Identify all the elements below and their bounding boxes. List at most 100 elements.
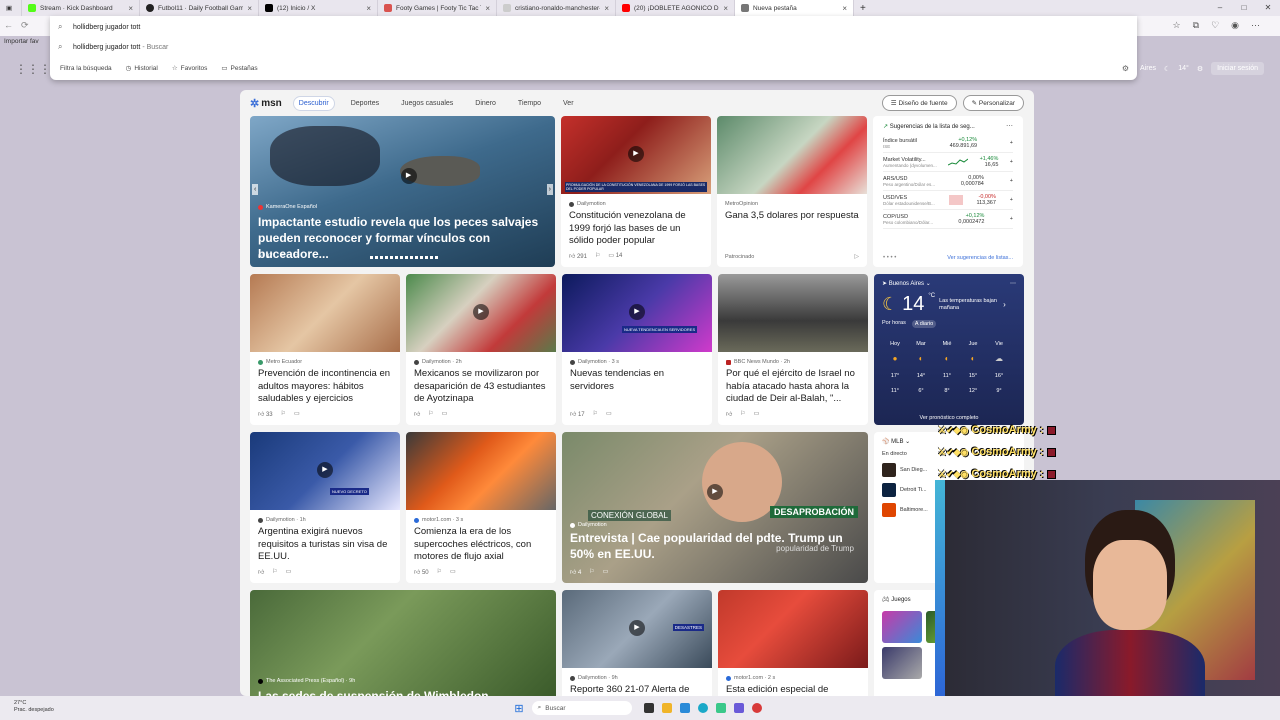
close-icon[interactable]: × (604, 4, 609, 13)
ad-choices-icon[interactable]: ▷ (854, 253, 859, 260)
tab[interactable]: (20) ¡DOBLETE AGÓNICO DE BEL... × (616, 0, 735, 16)
filter-tabs[interactable]: ▭ Pestañas (221, 64, 257, 73)
comment-icon[interactable]: ▭ (450, 568, 456, 576)
close-icon[interactable]: × (366, 4, 371, 13)
chrome-icon[interactable] (751, 703, 762, 713)
stock-row[interactable]: Índice bursátil ISE +0,12% 469.891,69 + (883, 134, 1013, 153)
news-card[interactable]: BBC News Mundo · 2h Por qué el ejército … (718, 274, 868, 425)
dislike-icon[interactable]: ⚐ (593, 410, 598, 418)
add-icon[interactable]: + (1010, 140, 1013, 146)
chevron-right-icon[interactable]: › (1003, 300, 1006, 309)
dislike-icon[interactable]: ⚐ (595, 252, 600, 260)
windows-start-icon[interactable]: ⊞ (514, 702, 523, 715)
nav-more[interactable]: Ver (558, 97, 579, 110)
like-icon[interactable]: 👍︎ 17 (570, 410, 585, 418)
close-icon[interactable]: × (723, 4, 728, 13)
file-explorer-icon[interactable] (661, 703, 672, 713)
msn-logo[interactable]: ✲ msn (250, 97, 282, 110)
card-headline[interactable]: Gana 3,5 dolares por respuesta (725, 210, 861, 223)
stock-row[interactable]: ARS/USD Peso argentino/Dólar es... 0,00% 0,… (883, 172, 1013, 191)
tab-actions[interactable]: ▣ (0, 0, 22, 16)
comment-icon[interactable]: ▭ (294, 252, 300, 260)
add-icon[interactable]: + (1010, 216, 1013, 222)
taskbar-weather[interactable]: 27°C Prac. despejado (14, 700, 54, 714)
news-card[interactable]: DESASTRES ▶ Dailymotion · 9h Reporte 360… (562, 590, 712, 696)
card-headline[interactable]: Entrevista | Cae popularidad del pdte. T… (570, 530, 860, 562)
apps-grid-icon[interactable]: ⋮⋮⋮ (15, 62, 51, 76)
dislike-icon[interactable]: ⚐ (281, 410, 286, 418)
star-icon[interactable]: ☆ (1173, 20, 1181, 31)
card-headline[interactable]: Comienza la era de los supercoches eléct… (414, 526, 550, 564)
weather-more-link[interactable]: Ver pronóstico completo (874, 415, 1024, 421)
suggestion-item[interactable]: ⌕ hollidberg jugador tott - Buscar (58, 42, 168, 52)
carousel-prev-icon[interactable]: ‹ (252, 184, 259, 195)
like-icon[interactable]: 👍︎ 50 (414, 568, 429, 576)
stock-row[interactable]: COP/USD Peso colombiano/Dólar... +0,12% 0,0… (883, 210, 1013, 229)
news-card[interactable]: ▶ Dailymotion · 2h Mexicanos se moviliza… (406, 274, 556, 425)
game-thumbnail[interactable] (882, 647, 922, 679)
add-icon[interactable]: + (1010, 159, 1013, 165)
app-icon[interactable] (733, 703, 744, 713)
card-headline[interactable]: Argentina exigirá nuevos requisitos a tu… (258, 526, 394, 564)
dislike-icon[interactable]: ⚐ (272, 568, 277, 576)
tab[interactable]: Footy Games | Footy Tic Tac Toe × (378, 0, 497, 16)
comment-icon[interactable]: ▭ (754, 410, 760, 418)
play-icon[interactable]: ▶ (400, 168, 417, 185)
weather-tab-hourly[interactable]: Por horas (882, 320, 906, 328)
news-card[interactable]: NUEVO DECRETO ▶ Dailymotion · 1h Argenti… (250, 432, 400, 583)
news-card[interactable]: PROMULGACIÓN DE LA CONSTITUCIÓN VENEZOLA… (561, 116, 711, 267)
add-icon[interactable]: + (1010, 197, 1013, 203)
more-options-icon[interactable]: ⋯ (1006, 122, 1013, 130)
ad-card[interactable]: MetroOpinion Gana 3,5 dolares por respue… (717, 116, 867, 267)
play-icon[interactable]: ▶ (629, 304, 645, 320)
dislike-icon[interactable]: ⚐ (589, 568, 594, 576)
card-headline[interactable]: Nuevas tendencias en servidores (570, 368, 706, 393)
like-icon[interactable]: 👍︎ (726, 410, 732, 418)
close-icon[interactable]: × (128, 4, 133, 13)
close-icon[interactable]: × (485, 4, 490, 13)
weather-location[interactable]: ➤ Buenos Aires ⌄ (882, 280, 931, 287)
nav-weather[interactable]: Tiempo (513, 97, 546, 110)
like-icon[interactable]: 👍︎ 37 (258, 252, 273, 260)
comment-icon[interactable]: ▭ (294, 410, 300, 418)
close-icon[interactable]: × (247, 4, 252, 13)
settings-gear-icon[interactable]: ⚙ (1122, 64, 1129, 73)
task-view-icon[interactable] (643, 703, 654, 713)
nav-money[interactable]: Dinero (470, 97, 501, 110)
favorites-icon[interactable]: ♡ (1211, 20, 1219, 31)
card-headline[interactable]: Constitución venezolana de 1999 forjó la… (569, 210, 705, 248)
card-headline[interactable]: Prevención de incontinencia en adultos m… (258, 368, 394, 406)
dislike-icon[interactable]: ⚐ (428, 410, 433, 418)
dislike-icon[interactable]: ⚐ (740, 410, 745, 418)
app-icon[interactable] (679, 703, 690, 713)
card-headline[interactable]: Esta edición especial de (726, 684, 862, 696)
card-headline[interactable]: Reporte 360 21-07 Alerta de (570, 684, 706, 696)
like-icon[interactable]: 👍︎ 33 (258, 410, 273, 418)
play-icon[interactable]: ▶ (628, 146, 644, 162)
comment-icon[interactable]: ▭ (606, 410, 612, 418)
like-icon[interactable]: 👍︎ 4 (570, 568, 581, 576)
tab[interactable]: cristiano-ronaldo-manchester-uni × (497, 0, 616, 16)
card-headline[interactable]: Las sedes de suspensión de Wimbledon... (258, 688, 548, 696)
mlb-header[interactable]: ⚾ MLB ⌄ (882, 438, 1016, 445)
feed-design-button[interactable]: ☰ Diseño de fuente (881, 95, 957, 111)
like-icon[interactable]: 👍︎ 291 (569, 252, 587, 260)
card-headline[interactable]: Por qué el ejército de Israel no había a… (726, 368, 862, 406)
watchlist-more-link[interactable]: Ver sugerencias de listas... (947, 255, 1013, 261)
taskbar-search[interactable]: ⌕ Buscar (531, 701, 632, 715)
comment-icon[interactable]: ▭ 14 (608, 252, 622, 260)
news-card[interactable]: motor1.com · 2 s Esta edición especial d… (718, 590, 868, 696)
play-icon[interactable]: ▶ (317, 462, 333, 478)
profile-icon[interactable]: ◉ (1231, 20, 1239, 31)
signin-button[interactable]: Iniciar sesión (1211, 62, 1264, 75)
nav-casual-games[interactable]: Juegos casuales (396, 97, 458, 110)
tab[interactable]: (12) Inicio / X × (259, 0, 378, 16)
news-card[interactable]: Metro Ecuador Prevención de incontinenci… (250, 274, 400, 425)
card-headline[interactable]: Mexicanos se movilizaron por desaparició… (414, 368, 550, 406)
game-thumbnail[interactable] (882, 611, 922, 643)
tab[interactable]: Stream · Kick Dashboard × (22, 0, 140, 16)
personalize-button[interactable]: ✎ Personalizar (962, 95, 1024, 111)
news-card[interactable]: motor1.com · 3 s Comienza la era de los … (406, 432, 556, 583)
filter-history[interactable]: ◷ Historial (126, 64, 158, 73)
import-favorites[interactable]: Importar fav (4, 38, 39, 45)
